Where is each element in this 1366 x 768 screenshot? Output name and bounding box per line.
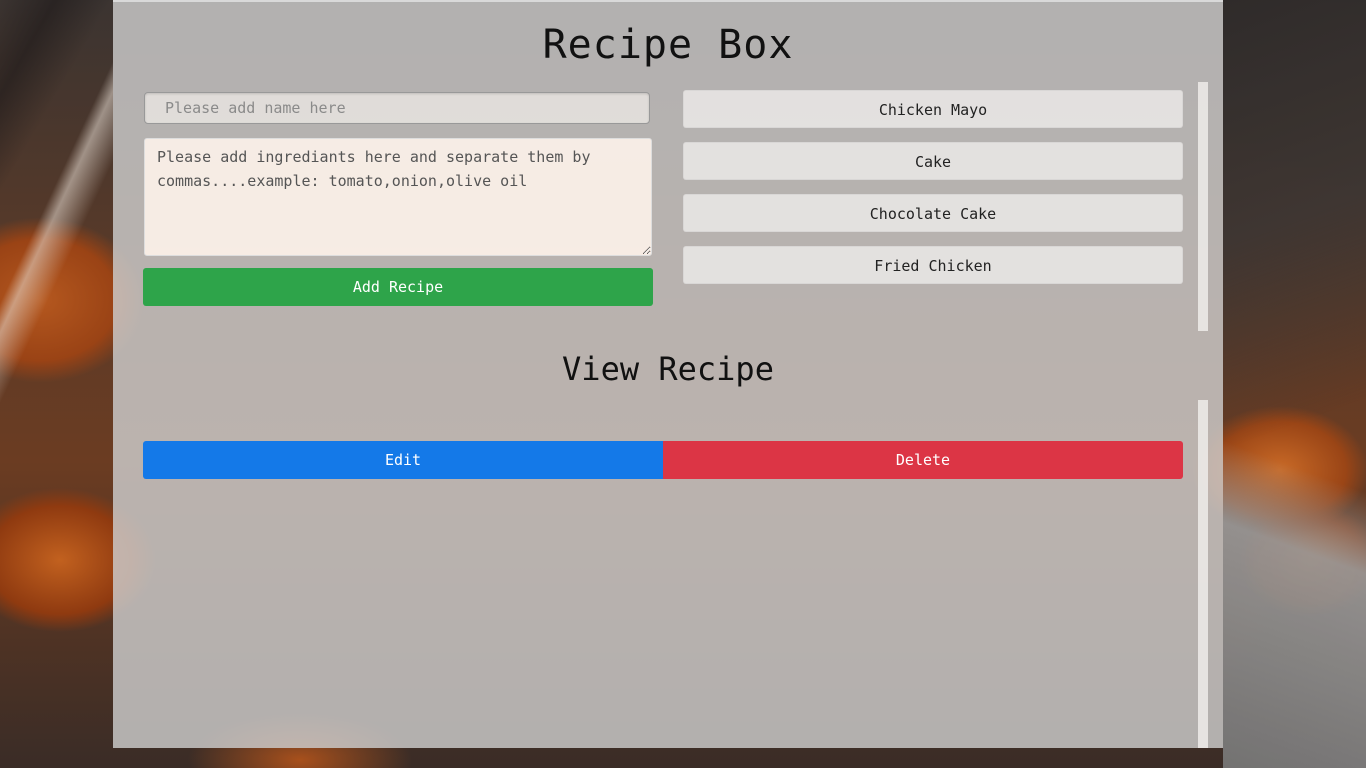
page-title: Recipe Box [542, 22, 794, 68]
add-recipe-button[interactable]: Add Recipe [143, 268, 653, 306]
view-recipe-scrollbar[interactable] [1198, 400, 1208, 748]
view-recipe-heading: View Recipe [562, 350, 774, 388]
recipe-item-chocolate-cake[interactable]: Chocolate Cake [683, 194, 1183, 232]
edit-button[interactable]: Edit [143, 441, 663, 479]
recipe-item-fried-chicken[interactable]: Fried Chicken [683, 246, 1183, 284]
recipe-item-chicken-mayo[interactable]: Chicken Mayo [683, 90, 1183, 128]
delete-button[interactable]: Delete [663, 441, 1183, 479]
background-photo-left [0, 0, 113, 768]
ingredients-textarea[interactable] [144, 138, 652, 256]
recipe-box-panel: Recipe Box Add Recipe Chicken Mayo Cake … [113, 0, 1223, 748]
recipe-list-scrollbar[interactable] [1198, 82, 1208, 331]
recipe-item-cake[interactable]: Cake [683, 142, 1183, 180]
background-photo-right [1223, 0, 1366, 768]
recipe-name-input[interactable] [144, 92, 650, 124]
recipe-list: Chicken Mayo Cake Chocolate Cake Fried C… [683, 90, 1183, 298]
